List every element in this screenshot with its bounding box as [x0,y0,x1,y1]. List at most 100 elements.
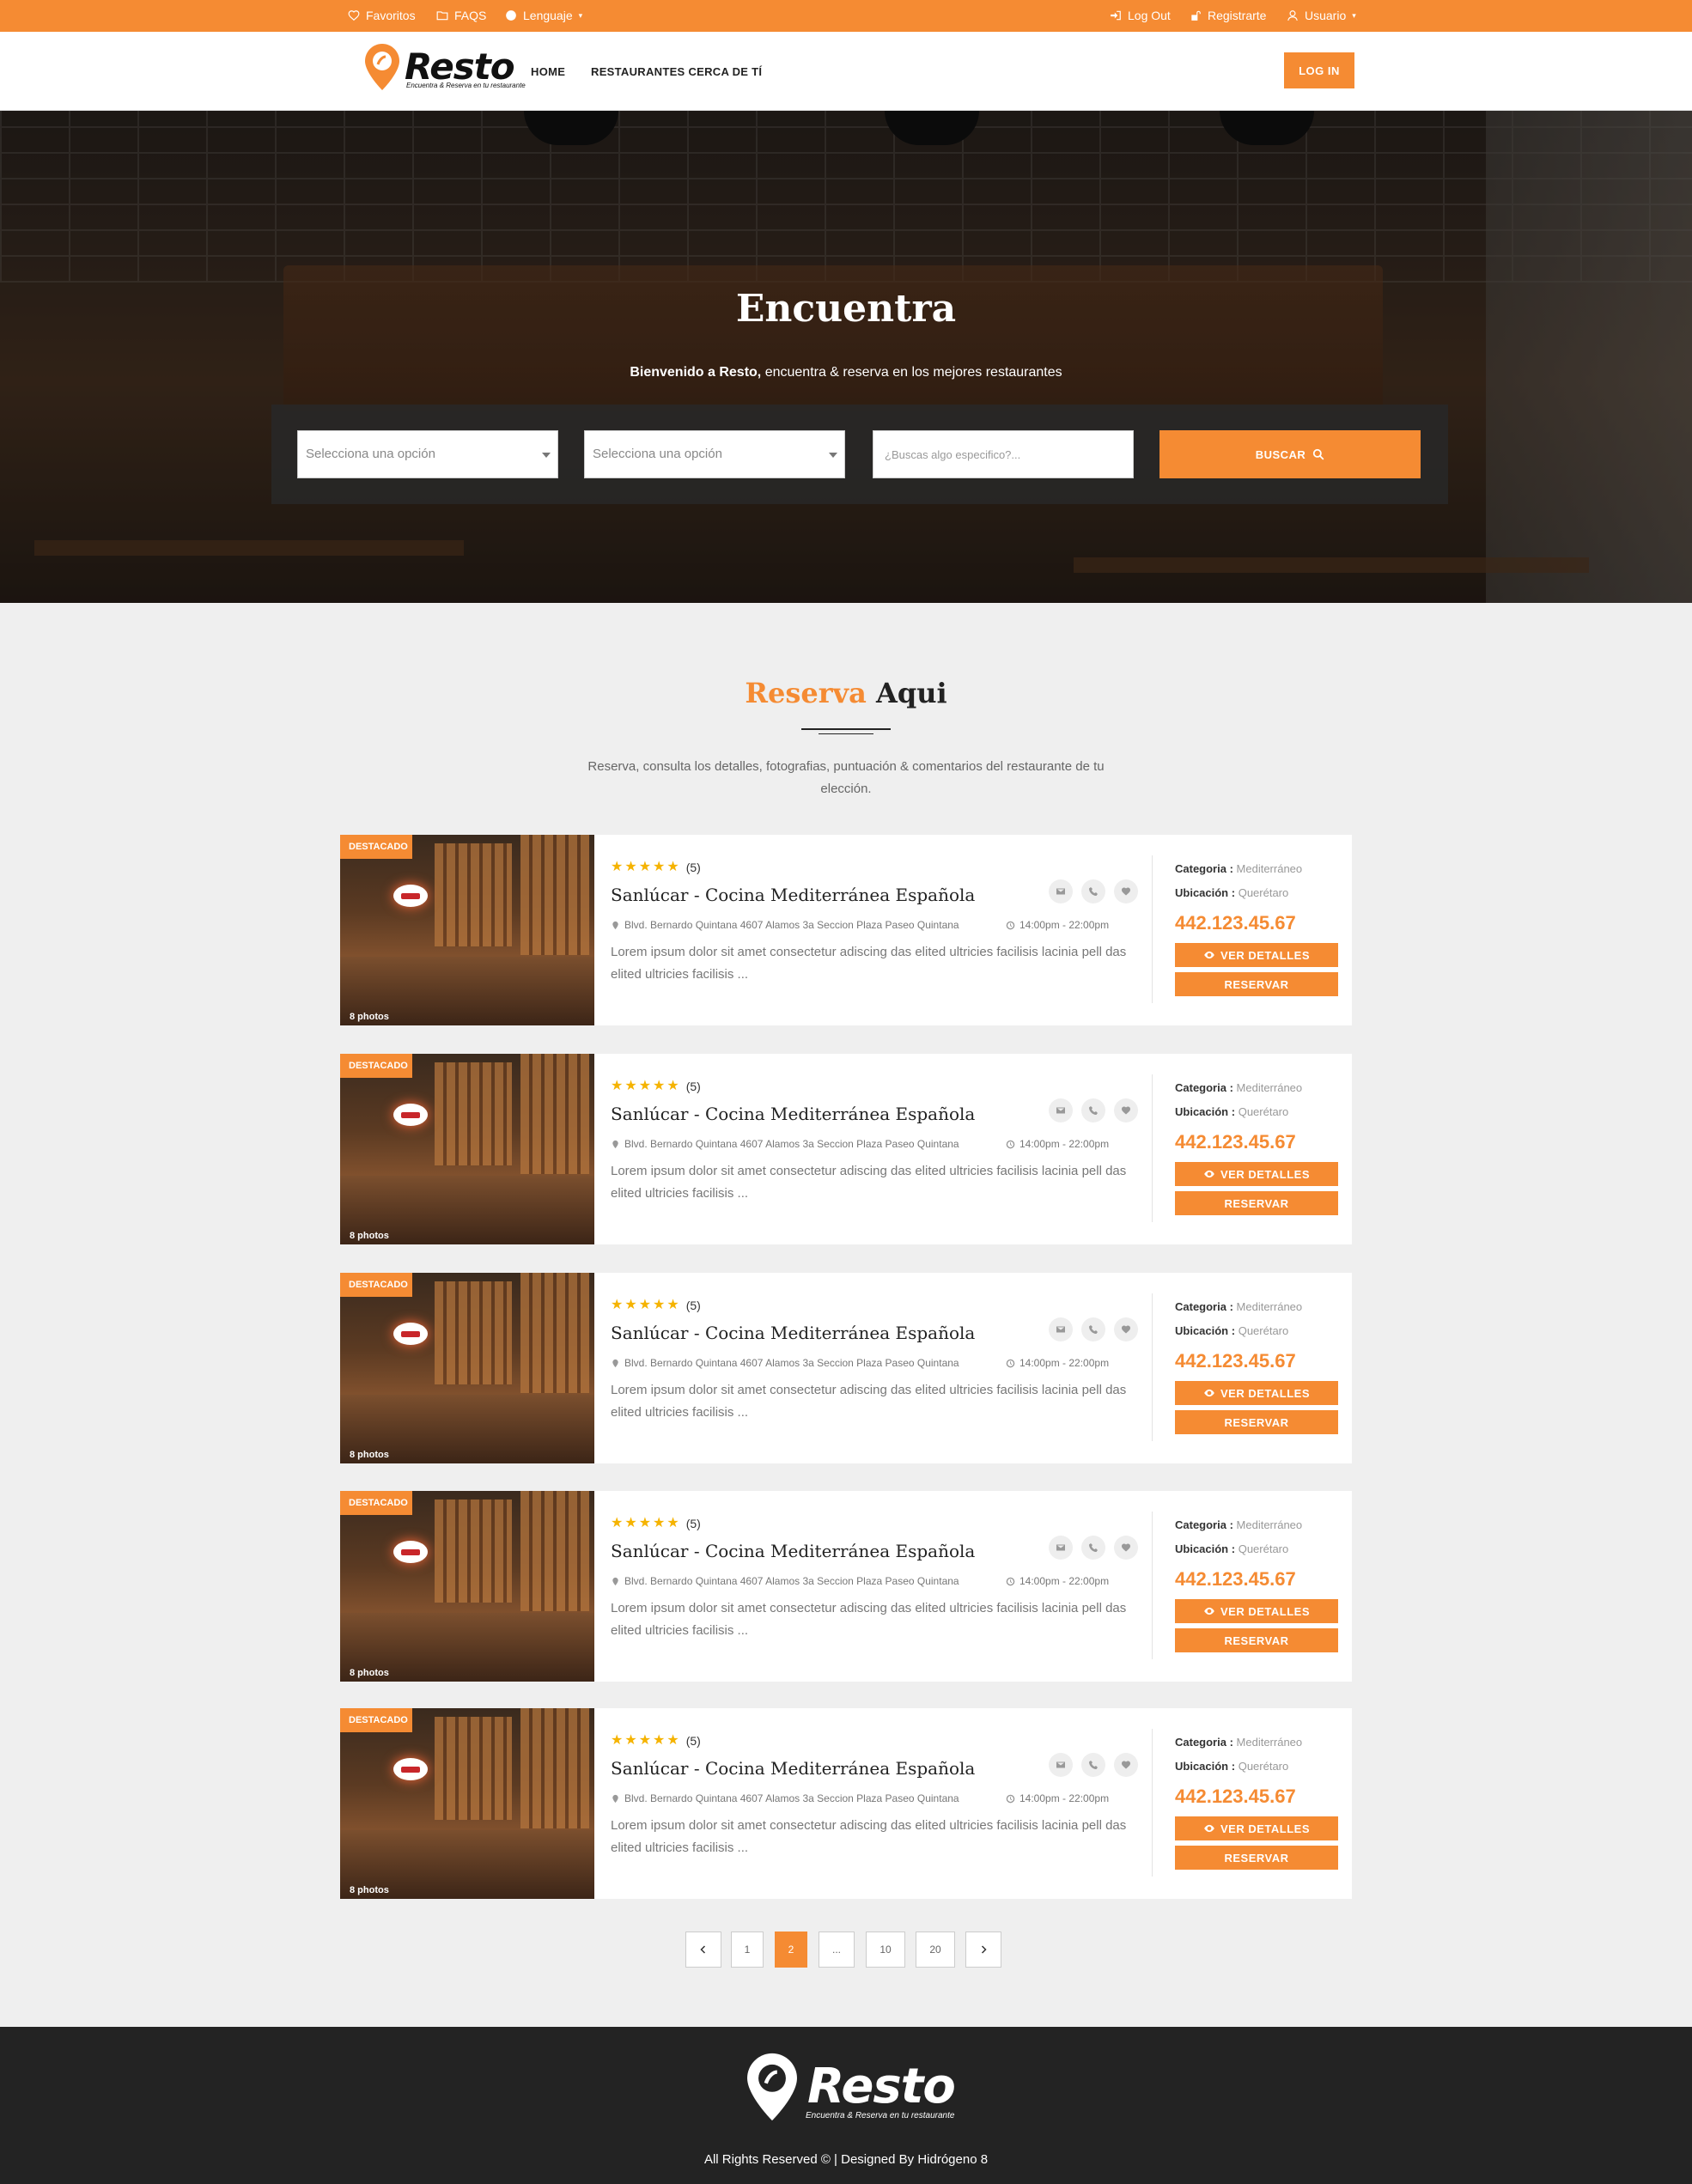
ver-detalles-button[interactable]: VER DETALLES [1175,1816,1338,1840]
folder-icon [436,11,448,21]
globe-icon [506,10,516,21]
restaurant-info: ★ ★ ★ ★ ★ (5) Sanlúcar - Cocina Mediterránea E… [611,1273,1143,1463]
call-button[interactable] [1081,1536,1105,1560]
restaurant-photo[interactable]: DESTACADO 8 photos [340,1054,594,1244]
lenguaje-dropdown[interactable]: Lenguaje ▾ [505,9,582,22]
nav-home[interactable]: HOME [531,65,565,78]
phone-number: 442.123.45.67 [1175,912,1296,934]
login-button[interactable]: LOG IN [1284,52,1354,88]
reservar-button[interactable]: RESERVAR [1175,1846,1338,1870]
address-text: Blvd. Bernardo Quintana 4607 Alamos 3a S… [624,1357,959,1369]
email-button[interactable] [1049,1098,1073,1122]
star-icon: ★ [611,1516,624,1530]
title-divider [801,728,891,730]
restaurant-name[interactable]: Sanlúcar - Cocina Mediterránea Española [611,885,975,905]
ver-detalles-button[interactable]: VER DETALLES [1175,1162,1338,1186]
email-button[interactable] [1049,879,1073,903]
star-icon: ★ [666,1733,679,1748]
photo-count: 8 photos [350,1012,389,1022]
category-select[interactable]: Selecciona una opción [297,430,558,478]
categoria-label: Categoria : [1175,1300,1233,1313]
reservar-button[interactable]: RESERVAR [1175,1628,1338,1652]
usuario-dropdown[interactable]: Usuario ▾ [1287,9,1356,22]
reservar-button[interactable]: RESERVAR [1175,1410,1338,1434]
favorite-button[interactable] [1114,1753,1138,1777]
email-button[interactable] [1049,1317,1073,1341]
call-button[interactable] [1081,1317,1105,1341]
buscar-button[interactable]: BUSCAR [1159,430,1421,478]
section-description: Reserva, consulta los detalles, fotograf… [587,759,1105,796]
star-icon: ★ [638,1733,652,1748]
favorite-button[interactable] [1114,1098,1138,1122]
footer-logo[interactable]: Resto Encuentra & Reserva en tu restaura… [742,2051,956,2123]
star-icon: ★ [611,860,624,874]
restaurant-name[interactable]: Sanlúcar - Cocina Mediterránea Española [611,1541,975,1561]
usuario-label: Usuario [1305,9,1347,22]
star-icon: ★ [638,1298,652,1312]
pagination-page[interactable]: 10 [866,1932,905,1968]
location-pin-logo-icon [747,2053,797,2121]
pagination-next[interactable] [965,1932,1001,1968]
heart-icon [1122,1543,1130,1552]
categoria-row: Categoria : Mediterráneo [1175,1081,1302,1094]
photo-count: 8 photos [350,1885,389,1895]
restaurant-card: DESTACADO 8 photos ★ ★ ★ ★ ★ (5) Sanlúcar - Coci… [340,1273,1352,1463]
reservar-button[interactable]: RESERVAR [1175,1191,1338,1215]
favorite-button[interactable] [1114,1317,1138,1341]
user-icon [1287,10,1298,21]
call-button[interactable] [1081,879,1105,903]
pagination-page-current[interactable]: 2 [775,1932,807,1968]
restaurant-sign [393,1104,428,1126]
pagination-page[interactable]: 1 [731,1932,764,1968]
chevron-left-icon [700,1945,706,1954]
ver-detalles-button[interactable]: VER DETALLES [1175,1599,1338,1623]
call-button[interactable] [1081,1098,1105,1122]
restaurant-name[interactable]: Sanlúcar - Cocina Mediterránea Española [611,1758,975,1779]
email-button[interactable] [1049,1536,1073,1560]
photo-count: 8 photos [350,1231,389,1241]
brand-logo[interactable]: Resto Encuentra & Reserva en tu restaura… [363,42,526,92]
logout-link[interactable]: Log Out [1110,9,1171,22]
favorite-button[interactable] [1114,1536,1138,1560]
search-panel: Selecciona una opción Selecciona una opc… [271,405,1448,504]
ver-detalles-button[interactable]: VER DETALLES [1175,1381,1338,1405]
restaurant-info: ★ ★ ★ ★ ★ (5) Sanlúcar - Cocina Mediterránea E… [611,1708,1143,1899]
rating-count: (5) [685,1299,701,1312]
star-icon: ★ [653,1079,666,1093]
destacado-badge: DESTACADO [340,1491,412,1515]
title-divider [819,733,873,734]
email-button[interactable] [1049,1753,1073,1777]
footer-brand-name: Resto [807,2059,956,2114]
pagination-page[interactable]: 20 [916,1932,955,1968]
restaurant-name[interactable]: Sanlúcar - Cocina Mediterránea Española [611,1323,975,1343]
location-select[interactable]: Selecciona una opción [584,430,845,478]
card-divider [1152,1512,1153,1659]
ubicacion-value: Querétaro [1238,1324,1289,1337]
favorite-button[interactable] [1114,879,1138,903]
hero-subtitle: Bienvenido a Resto, encuentra & reserva … [0,365,1692,380]
restaurant-photo[interactable]: DESTACADO 8 photos [340,1273,594,1463]
clock-icon [1006,1140,1015,1148]
nav-restaurantes-cerca[interactable]: RESTAURANTES CERCA DE TÍ [591,65,762,78]
restaurant-description: Lorem ipsum dolor sit amet consectetur a… [611,1383,1127,1420]
restaurant-photo[interactable]: DESTACADO 8 photos [340,1708,594,1899]
search-input[interactable]: ¿Buscas algo especifico?... [873,430,1134,478]
ver-detalles-button[interactable]: VER DETALLES [1175,943,1338,967]
rating-count: (5) [685,1734,701,1748]
restaurant-name[interactable]: Sanlúcar - Cocina Mediterránea Española [611,1104,975,1124]
ubicacion-row: Ubicación : Querétaro [1175,1760,1288,1773]
registrarte-link[interactable]: Registrarte [1190,9,1266,22]
restaurant-photo[interactable]: DESTACADO 8 photos [340,1491,594,1682]
call-button[interactable] [1081,1753,1105,1777]
favoritos-link[interactable]: Favoritos [348,9,416,22]
restaurant-card: DESTACADO 8 photos ★ ★ ★ ★ ★ (5) Sanlúcar - Coci… [340,1708,1352,1899]
address-text: Blvd. Bernardo Quintana 4607 Alamos 3a S… [624,919,959,931]
pagination-prev[interactable] [685,1932,721,1968]
reservar-button[interactable]: RESERVAR [1175,972,1338,996]
star-icon: ★ [666,1516,679,1530]
map-marker-icon [612,1794,618,1803]
rating-stars: ★ ★ ★ ★ ★ (5) [611,860,701,875]
restaurant-photo[interactable]: DESTACADO 8 photos [340,835,594,1025]
faqs-link[interactable]: FAQS [436,9,486,22]
brand-name: Resto [405,46,515,88]
